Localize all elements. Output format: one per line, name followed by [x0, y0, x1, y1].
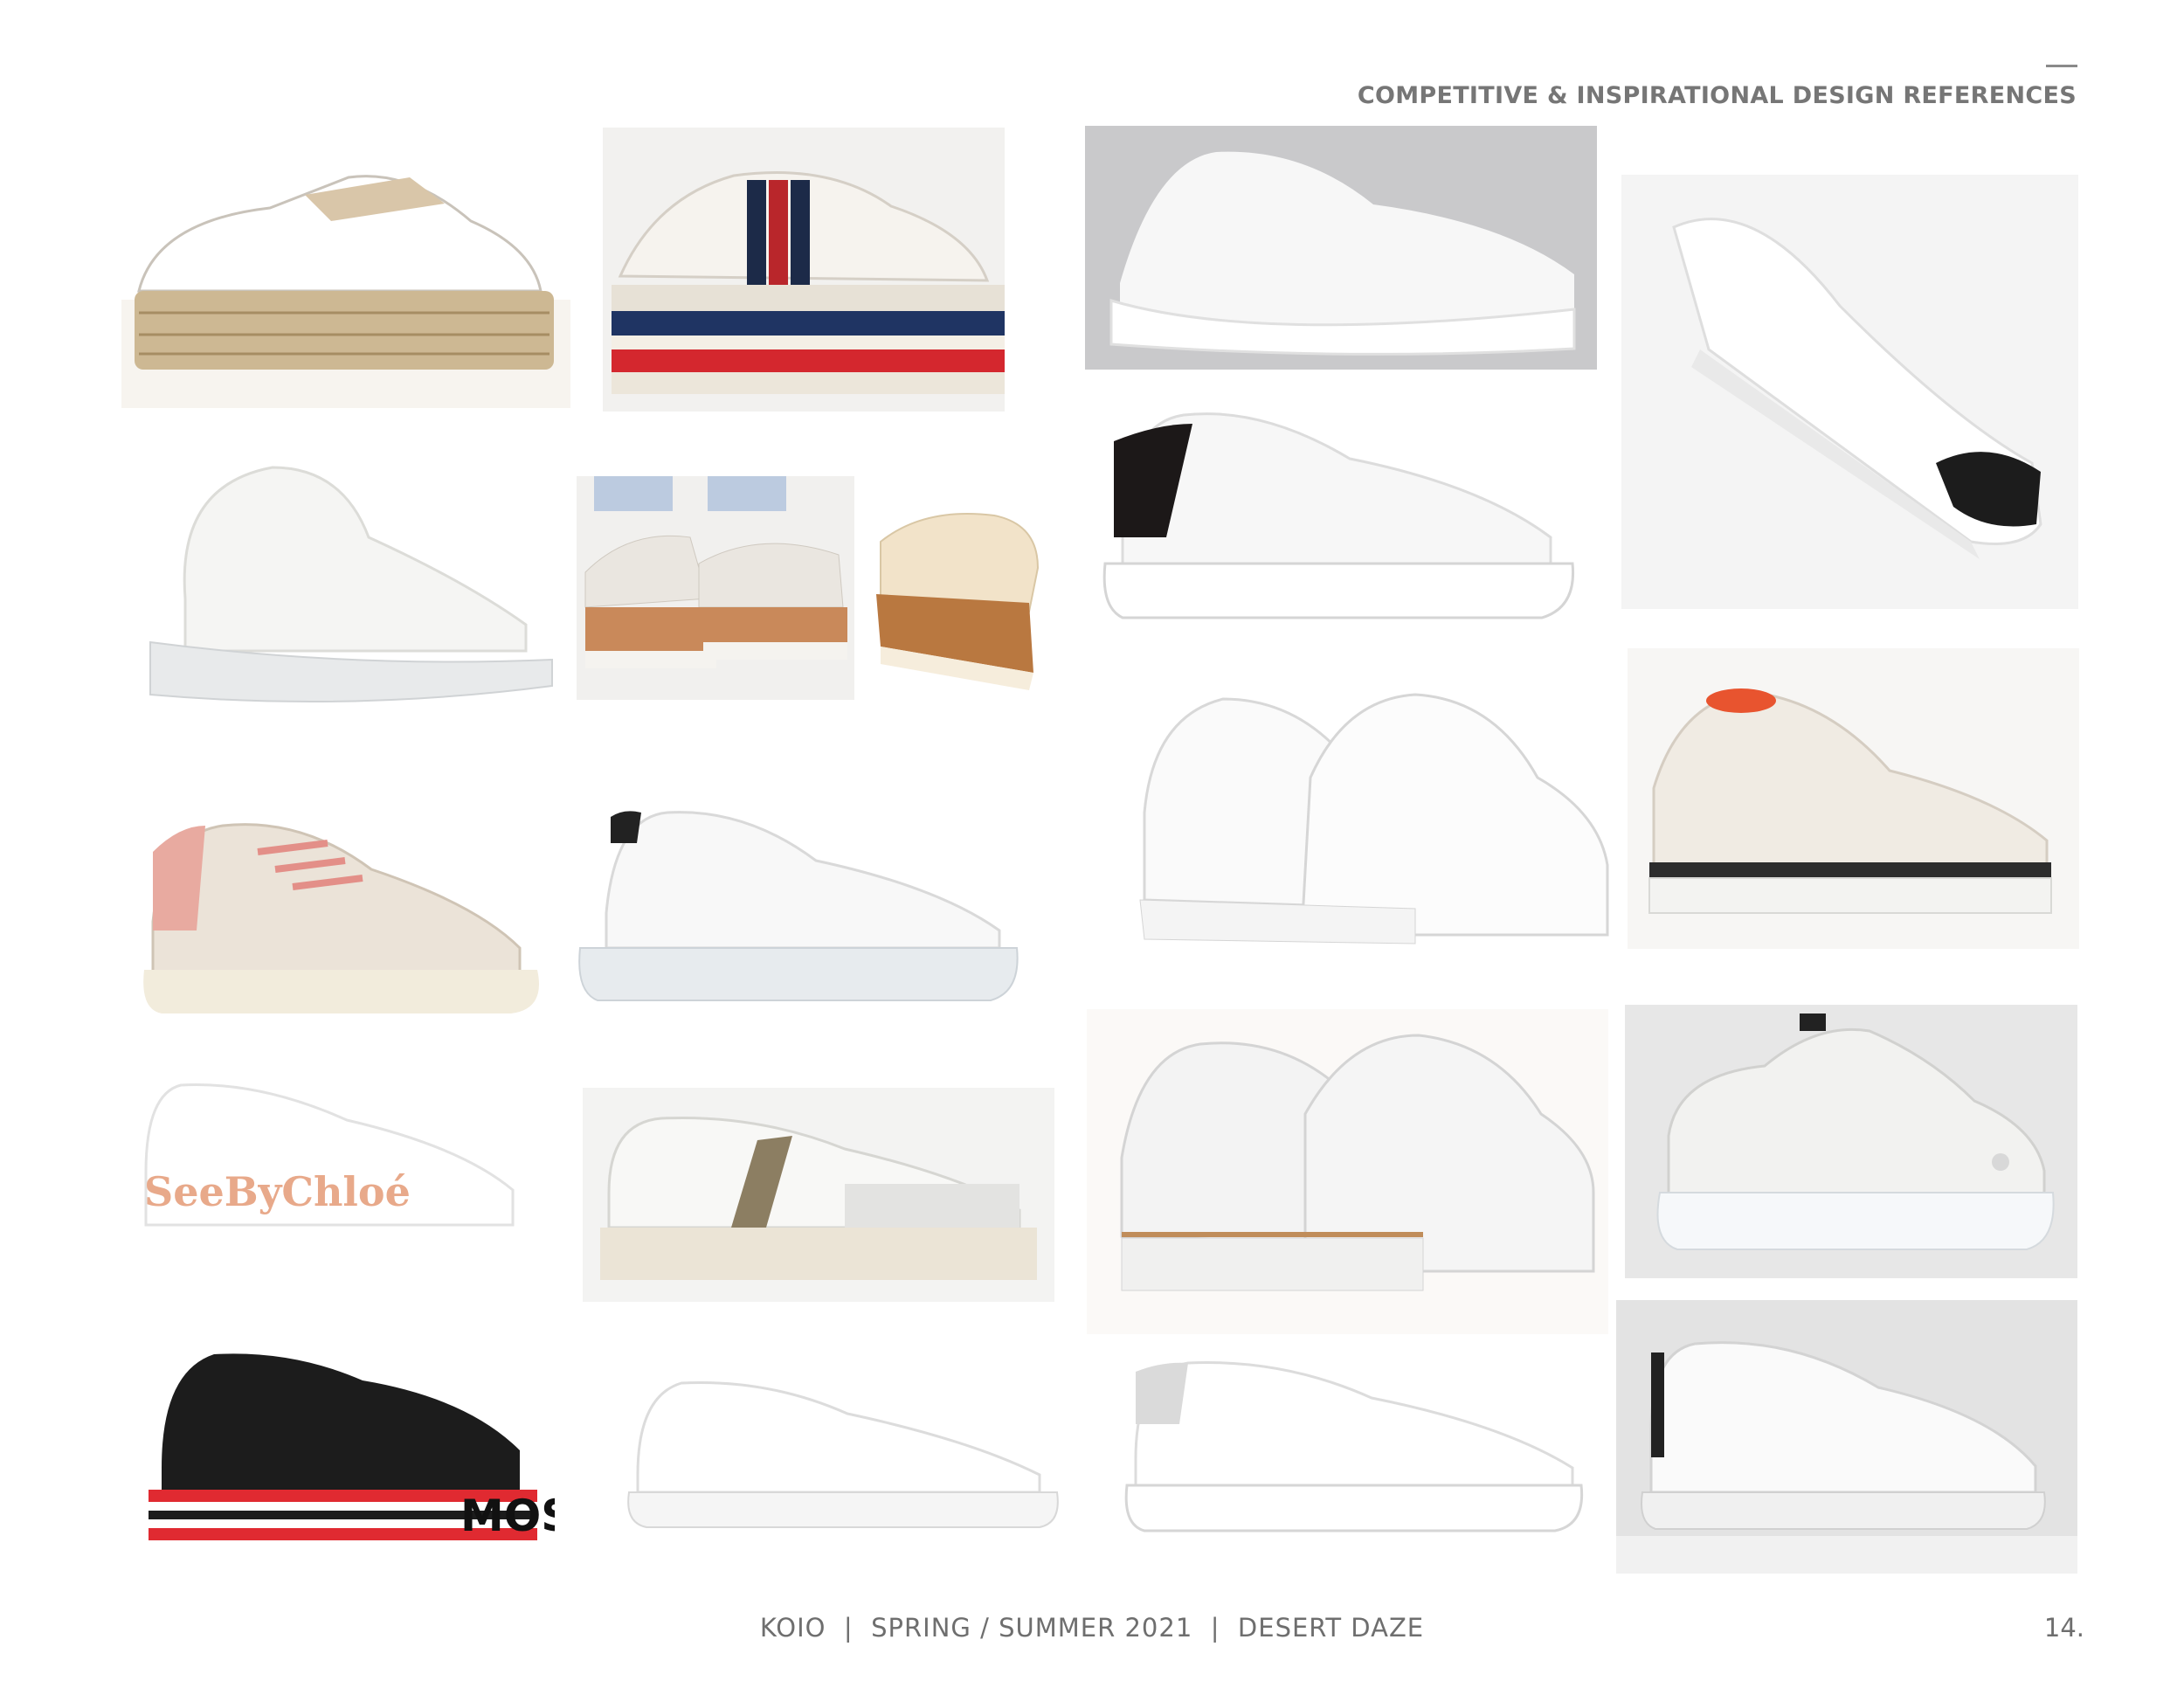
sneaker-pink-laces-image — [127, 799, 565, 1028]
sneaker-white-gray-heel-image — [1109, 1346, 1605, 1546]
sneaker-snakeskin-stripe-image — [583, 1088, 1054, 1302]
see-by-chloe-wordmark: SeeByChloé — [144, 1168, 411, 1215]
moschino-wordmark: MOS — [460, 1491, 555, 1541]
sneaker-oversized-chunky-image — [1085, 126, 1597, 370]
sneaker-white-pair-image — [1127, 681, 1616, 965]
sneaker-embellished-suede-image — [1625, 1005, 2077, 1278]
sneaker-white-clear-sole-image — [571, 791, 1027, 1018]
sneaker-clear-sole-highop-image — [142, 450, 561, 709]
sneaker-wedge-oxford-image — [863, 472, 1059, 695]
page-title: COMPETITIVE & INSPIRATIONAL DESIGN REFER… — [1357, 82, 2077, 109]
page-number: 14. — [2043, 1613, 2084, 1643]
sneaker-black-toe-cap-image — [1621, 175, 2078, 609]
sneaker-orange-lining-image — [1628, 648, 2079, 949]
sneaker-mesh-wedge-worn-image — [577, 476, 854, 700]
sneaker-moschino-image: MOS — [135, 1337, 555, 1555]
sneaker-tan-stitched-platform-image — [1087, 1009, 1608, 1334]
sneaker-minimal-white-platform-image — [620, 1370, 1066, 1545]
footer-collection-line: KOIO | SPRING / SUMMER 2021 | DESERT DAZ… — [759, 1613, 1425, 1643]
sneaker-scalloped-white-image — [1616, 1300, 2077, 1574]
sneaker-striped-platform-image — [603, 128, 1005, 412]
sneaker-see-by-chloe-image: SeeByChloé — [128, 1068, 530, 1247]
header-rule — [2046, 65, 2077, 67]
sneaker-oversized-black-heel-image — [1088, 389, 1589, 645]
sneaker-espadrille-platform-image — [121, 125, 570, 408]
